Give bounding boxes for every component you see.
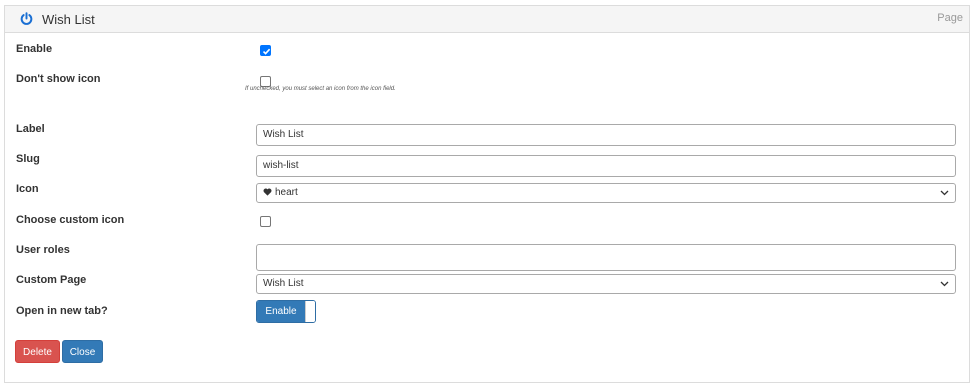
custom-page-select[interactable]: Wish List — [256, 274, 956, 294]
custom-icon-checkbox[interactable] — [260, 216, 271, 227]
dont-show-icon-help: If unchecked, you must select an icon fr… — [245, 86, 396, 92]
new-tab-label: Open in new tab? — [16, 305, 108, 317]
slug-field-label: Slug — [16, 153, 40, 165]
label-input[interactable]: Wish List — [256, 124, 956, 146]
custom-page-value: Wish List — [263, 278, 304, 289]
panel-header[interactable]: Wish List Page — [5, 6, 969, 33]
dont-show-icon-label: Don't show icon — [16, 73, 101, 85]
heart-icon — [263, 188, 272, 197]
toggle-on-label: Enable — [257, 301, 305, 322]
user-roles-label: User roles — [16, 244, 70, 256]
enable-checkbox[interactable] — [260, 45, 271, 56]
icon-select-value: heart — [275, 187, 298, 198]
custom-page-label: Custom Page — [16, 274, 87, 286]
new-tab-toggle[interactable]: Enable — [256, 300, 316, 323]
user-roles-input[interactable] — [256, 244, 956, 271]
close-button[interactable]: Close — [62, 340, 103, 363]
check-icon — [262, 48, 271, 55]
label-field-label: Label — [16, 123, 45, 135]
toggle-handle[interactable] — [305, 301, 315, 322]
power-icon — [20, 12, 33, 25]
chevron-down-icon — [940, 190, 949, 196]
icon-select[interactable]: heart — [256, 183, 956, 203]
panel-title: Wish List — [42, 12, 95, 27]
slug-input[interactable]: wish-list — [256, 155, 956, 177]
item-type-label: Page — [937, 12, 963, 24]
enable-label: Enable — [16, 43, 53, 55]
icon-field-label: Icon — [16, 183, 39, 195]
delete-button[interactable]: Delete — [15, 340, 60, 363]
chevron-down-icon — [940, 281, 949, 287]
custom-icon-label: Choose custom icon — [16, 214, 125, 226]
